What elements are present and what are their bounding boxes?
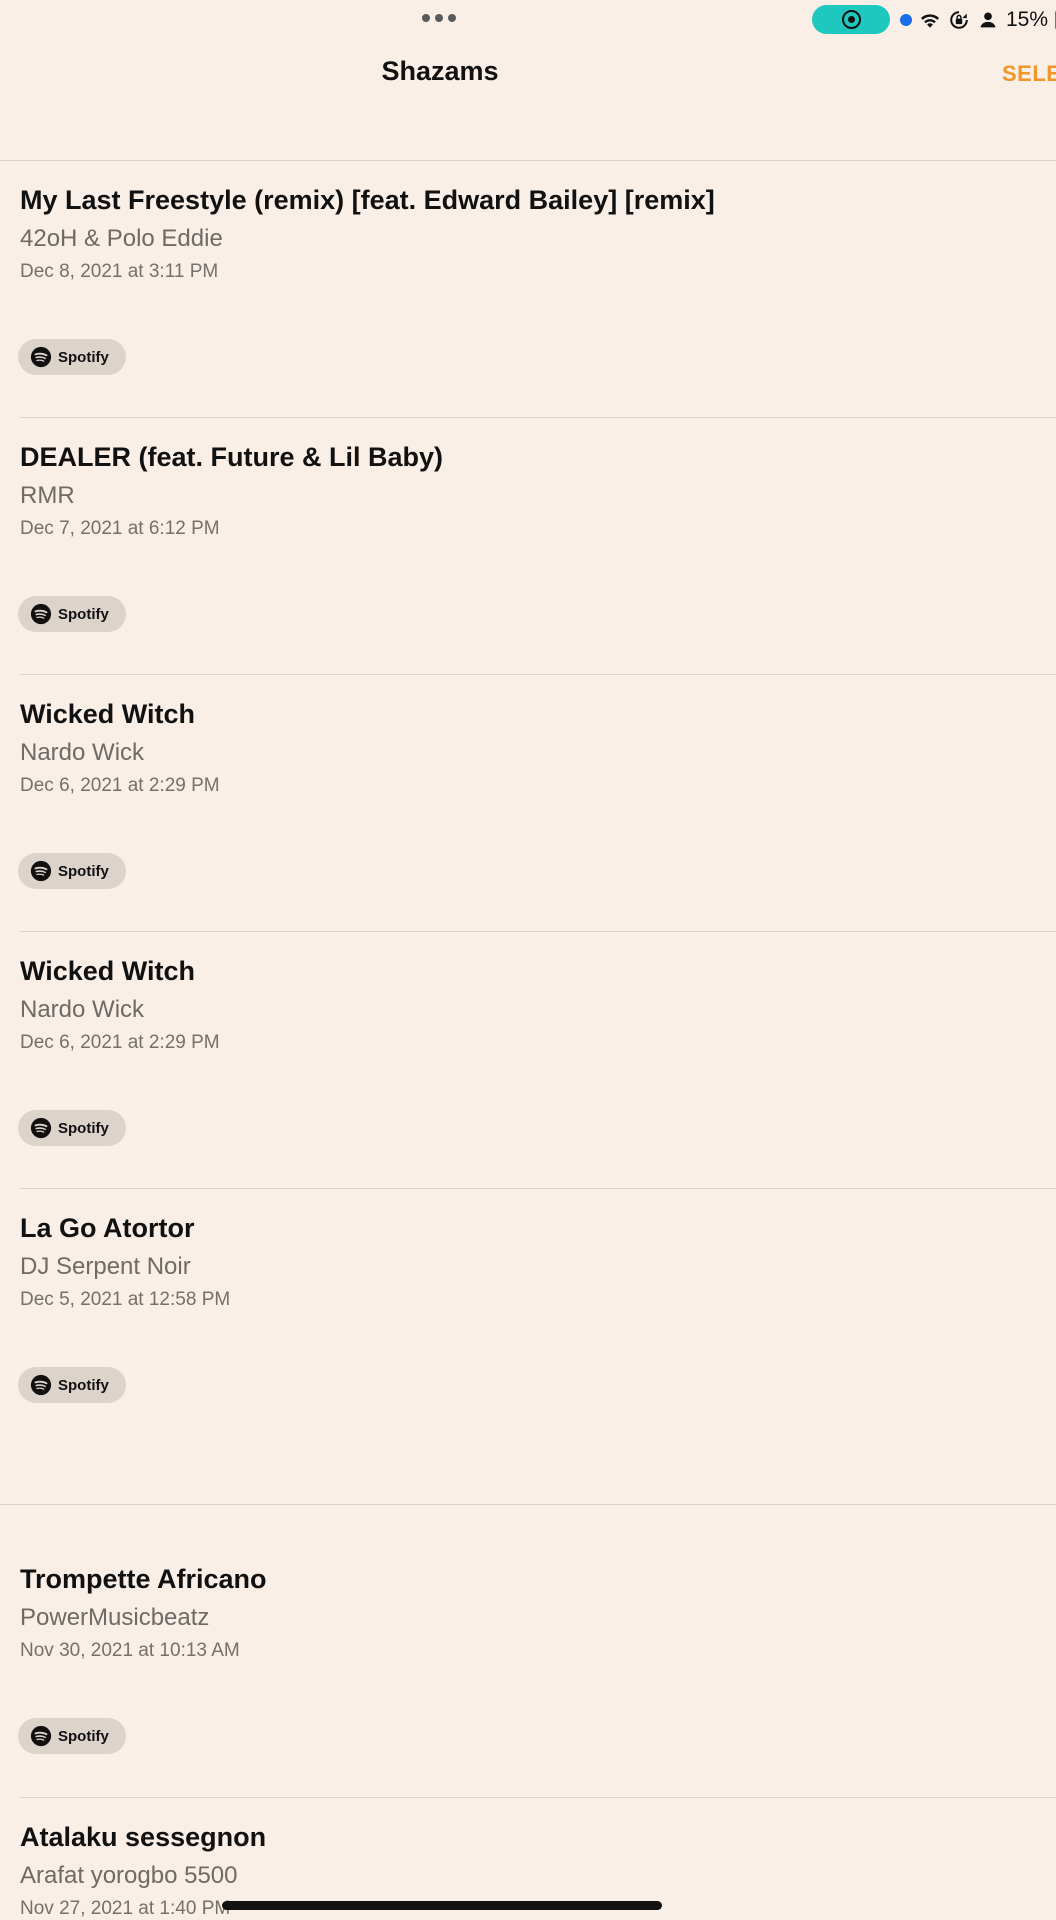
track-artist: PowerMusicbeatz (20, 1604, 210, 1631)
track-title: Wicked Witch (20, 699, 196, 729)
track-date: Dec 6, 2021 at 2:29 PM (20, 775, 220, 796)
select-button[interactable]: SELE (1002, 61, 1056, 87)
list-item[interactable]: My Last Freestyle (remix) [feat. Edward … (0, 161, 1056, 418)
spotify-icon (30, 1117, 52, 1139)
track-artist: 42oH & Polo Eddie (20, 225, 223, 252)
track-title: La Go Atortor (20, 1213, 195, 1243)
shazams-screen: 15% Shazams SELE My Last Freestyle (remi… (0, 0, 1056, 1920)
section-divider (0, 1504, 1056, 1505)
spotify-button[interactable]: Spotify (18, 596, 126, 632)
track-artist: Nardo Wick (20, 739, 145, 766)
list-item[interactable]: Wicked Witch Nardo Wick Dec 6, 2021 at 2… (0, 932, 1056, 1189)
spotify-label: Spotify (58, 348, 109, 366)
spotify-button[interactable]: Spotify (18, 1110, 126, 1146)
location-dot-icon (900, 14, 912, 26)
spotify-button[interactable]: Spotify (18, 1367, 126, 1403)
battery-percentage: 15% (1006, 8, 1049, 31)
track-title: Wicked Witch (20, 956, 196, 986)
list-item[interactable]: Wicked Witch Nardo Wick Dec 6, 2021 at 2… (0, 675, 1056, 932)
person-icon (980, 12, 996, 28)
track-artist: Arafat yorogbo 5500 (20, 1862, 238, 1889)
spotify-button[interactable]: Spotify (18, 339, 126, 375)
wifi-icon (921, 14, 939, 28)
track-artist: RMR (20, 482, 75, 509)
list-item[interactable]: DEALER (feat. Future & Lil Baby) RMR Dec… (0, 418, 1056, 675)
track-date: Dec 6, 2021 at 2:29 PM (20, 1032, 220, 1053)
spotify-icon (30, 346, 52, 368)
track-title: DEALER (feat. Future & Lil Baby) (20, 442, 444, 472)
spotify-icon (30, 603, 52, 625)
track-date: Dec 8, 2021 at 3:11 PM (20, 261, 219, 282)
screen-record-indicator[interactable] (812, 5, 890, 34)
track-artist: Nardo Wick (20, 996, 145, 1023)
spotify-label: Spotify (58, 862, 109, 880)
spotify-icon (30, 1725, 52, 1747)
track-date: Nov 27, 2021 at 1:40 PM (20, 1898, 231, 1919)
track-date: Nov 30, 2021 at 10:13 AM (20, 1640, 240, 1661)
list-item[interactable]: La Go Atortor DJ Serpent Noir Dec 5, 202… (0, 1189, 1056, 1446)
track-title: My Last Freestyle (remix) [feat. Edward … (20, 185, 715, 215)
spotify-label: Spotify (58, 605, 109, 623)
list-item[interactable]: Trompette Africano PowerMusicbeatz Nov 3… (0, 1540, 1056, 1797)
spotify-button[interactable]: Spotify (18, 853, 126, 889)
home-indicator[interactable] (222, 1901, 662, 1910)
status-bar: 15% (0, 0, 1056, 40)
track-artist: DJ Serpent Noir (20, 1253, 191, 1280)
spotify-icon (30, 1374, 52, 1396)
spotify-icon (30, 860, 52, 882)
track-date: Dec 5, 2021 at 12:58 PM (20, 1289, 231, 1310)
page-title: Shazams (381, 56, 499, 86)
spotify-button[interactable]: Spotify (18, 1718, 126, 1754)
spotify-label: Spotify (58, 1119, 109, 1137)
orientation-lock-icon (950, 11, 968, 29)
screen-record-icon (841, 10, 861, 29)
spotify-label: Spotify (58, 1376, 109, 1394)
multitasking-dots[interactable] (422, 14, 456, 22)
track-title: Trompette Africano (20, 1564, 267, 1594)
track-date: Dec 7, 2021 at 6:12 PM (20, 518, 220, 539)
spotify-label: Spotify (58, 1727, 109, 1745)
status-icons: 15% (900, 6, 1056, 34)
track-title: Atalaku sessegnon (20, 1822, 267, 1852)
